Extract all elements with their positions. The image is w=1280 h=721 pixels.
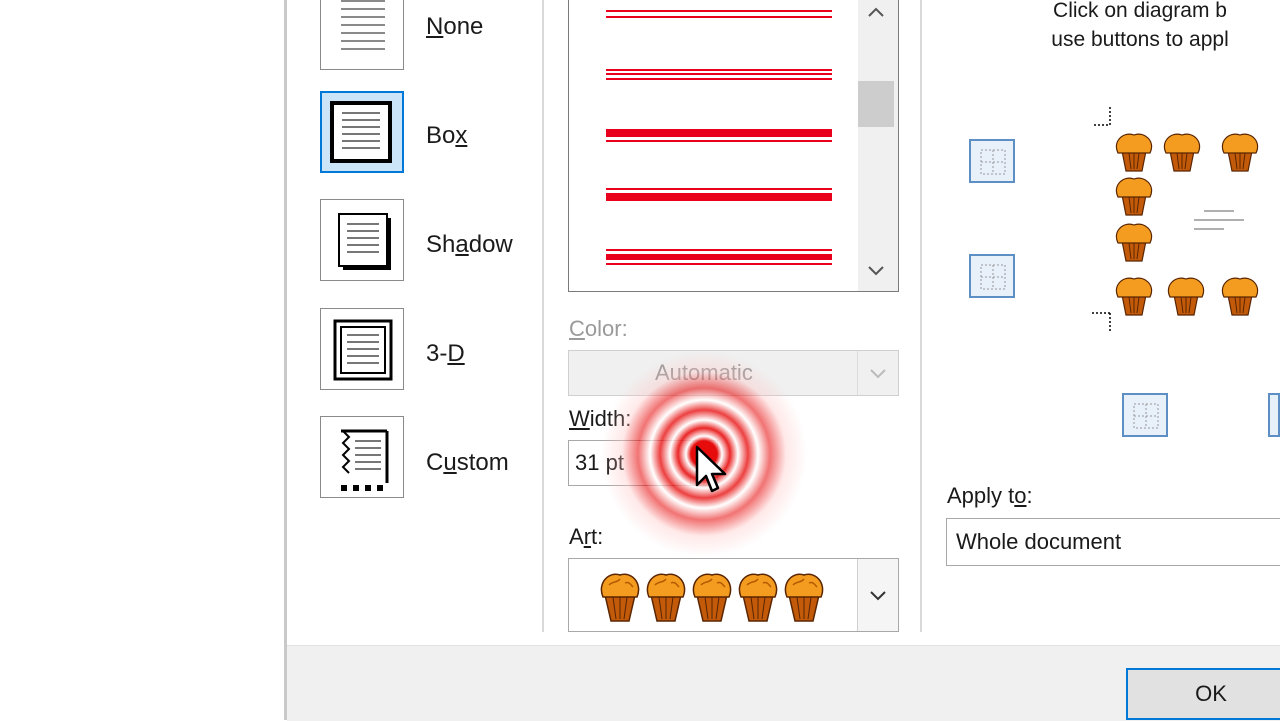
style-scrollbar[interactable] xyxy=(858,0,898,291)
ok-button[interactable]: OK xyxy=(1126,668,1280,720)
right-border-button[interactable] xyxy=(1268,393,1280,437)
art-dropdown[interactable] xyxy=(568,558,899,632)
setting-custom-button[interactable] xyxy=(320,416,404,498)
setting-box-button[interactable] xyxy=(320,91,404,173)
style-option-4 xyxy=(606,188,832,201)
art-chevron-down-icon[interactable] xyxy=(857,559,898,631)
divider-left xyxy=(542,0,544,632)
border-preview xyxy=(1092,107,1259,331)
setting-shadow-icon xyxy=(338,213,391,270)
scroll-thumb[interactable] xyxy=(858,81,894,127)
background-area xyxy=(0,0,284,720)
setting-shadow-button[interactable] xyxy=(320,199,404,281)
chevron-down-icon[interactable] xyxy=(857,351,898,395)
bottom-border-icon xyxy=(980,264,1006,290)
color-label: Color: xyxy=(569,316,628,341)
style-option-1 xyxy=(606,10,832,18)
setting-box-label: Box xyxy=(426,122,468,149)
apply-to-dropdown[interactable]: Whole document xyxy=(946,518,1280,566)
setting-none-button[interactable] xyxy=(320,0,404,70)
style-option-2 xyxy=(606,69,832,80)
top-border-icon xyxy=(980,149,1006,175)
scroll-down-icon[interactable] xyxy=(858,255,894,285)
top-border-button[interactable] xyxy=(969,139,1015,183)
setting-3d-icon xyxy=(333,319,393,381)
setting-custom-icon xyxy=(341,429,389,491)
preview-instructions: Click on diagram b use buttons to appl xyxy=(1051,0,1229,51)
setting-shadow-label: Shadow xyxy=(426,231,513,258)
setting-none-icon xyxy=(341,0,385,50)
muffin-border-art xyxy=(600,573,824,622)
apply-to-label: Apply to: xyxy=(947,483,1033,508)
setting-box-icon xyxy=(330,101,392,163)
bottom-border-button[interactable] xyxy=(969,254,1015,298)
setting-3d-button[interactable] xyxy=(320,308,404,390)
left-border-icon xyxy=(1133,403,1159,429)
apply-to-value: Whole document xyxy=(956,529,1122,554)
art-label: Art: xyxy=(569,524,604,549)
style-options xyxy=(606,10,832,265)
setting-custom-label: Custom xyxy=(426,449,509,476)
width-label: Width: xyxy=(569,406,632,431)
setting-3d-label: 3-D xyxy=(426,340,465,367)
width-value: 31 pt xyxy=(575,450,624,475)
border-style-list[interactable] xyxy=(568,0,899,292)
color-dropdown[interactable]: Automatic xyxy=(568,350,899,396)
scroll-up-icon[interactable] xyxy=(858,0,894,27)
muffin-icon xyxy=(600,573,640,622)
style-option-3 xyxy=(606,129,832,142)
setting-none-label: None xyxy=(426,13,484,40)
color-value: Automatic xyxy=(655,360,753,385)
mouse-cursor-icon xyxy=(694,445,734,502)
style-option-5 xyxy=(606,249,832,265)
left-border-button[interactable] xyxy=(1122,393,1168,437)
divider-right xyxy=(920,0,922,632)
